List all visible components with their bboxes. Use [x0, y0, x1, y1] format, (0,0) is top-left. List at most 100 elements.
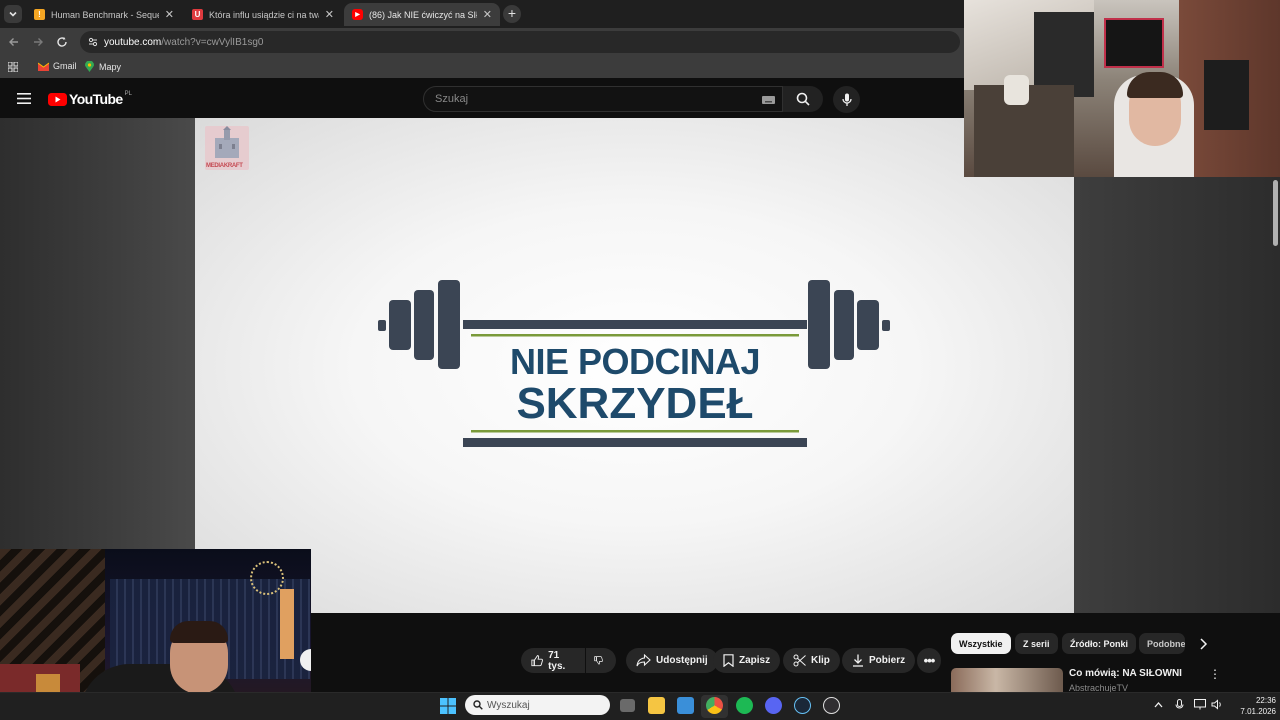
network-icon[interactable]: [1194, 699, 1206, 710]
forward-arrow-icon[interactable]: [32, 36, 44, 48]
browser-tab[interactable]: U Która influ usiądzie ci na twarzy ✕: [184, 3, 342, 26]
task-view-icon[interactable]: [620, 699, 635, 712]
bookmark-label: Mapy: [99, 61, 122, 72]
theater-backdrop-right: [1074, 118, 1280, 613]
region-code: PL: [124, 91, 132, 97]
dislike-button[interactable]: [586, 648, 616, 673]
thumbs-up-icon: [531, 655, 543, 667]
active-window-indicator: [701, 695, 728, 718]
search-input[interactable]: Szukaj: [423, 86, 783, 112]
windows-taskbar: Wyszukaj 22:36 7.01.2026: [0, 692, 1280, 720]
clock-time: 22:36: [1255, 696, 1276, 705]
close-icon[interactable]: ✕: [483, 8, 492, 21]
tab-title: (86) Jak NIE ćwiczyć na SIŁOWNI: [369, 9, 477, 20]
search-icon: [796, 92, 810, 106]
gmail-icon: [38, 62, 49, 71]
bookmark-label: Gmail: [53, 61, 77, 71]
recommended-title[interactable]: Co mówią: NA SIŁOWNI: [1069, 668, 1182, 679]
save-button[interactable]: Zapisz: [713, 648, 781, 673]
save-label: Zapisz: [739, 655, 771, 666]
clock[interactable]: 22:36 7.01.2026: [1232, 695, 1276, 717]
chip-label: Podobne: [1147, 638, 1185, 649]
site-info-icon[interactable]: [88, 37, 98, 47]
close-icon[interactable]: ✕: [165, 8, 174, 21]
chip-series[interactable]: Z serii: [1015, 633, 1058, 654]
scissors-icon: [793, 654, 806, 667]
watermark-text: MEDIAKRAFT: [206, 163, 243, 169]
more-dots-icon: •••: [923, 653, 936, 668]
apps-grid-icon[interactable]: [8, 62, 18, 72]
taskbar-search-placeholder: Wyszukaj: [487, 699, 530, 711]
spotify-icon[interactable]: [736, 697, 753, 714]
discord-icon[interactable]: [765, 697, 782, 714]
channel-watermark[interactable]: MEDIAKRAFT: [205, 126, 249, 170]
keyboard-icon[interactable]: [762, 96, 775, 104]
chip-source[interactable]: Źródło: Ponki: [1062, 633, 1136, 654]
video-title-line-1: NIE PODCINAJ: [509, 341, 761, 382]
recommended-channel[interactable]: AbstrachujeTV: [1069, 683, 1128, 692]
page-scrollbar-thumb[interactable]: [1273, 180, 1278, 246]
webcam-overlay-top-right: [964, 0, 1280, 177]
bookmark-maps[interactable]: Mapy: [85, 61, 121, 72]
search-placeholder: Szukaj: [435, 93, 469, 105]
volume-icon[interactable]: [1211, 699, 1223, 710]
file-explorer-icon[interactable]: [648, 697, 665, 714]
video-player[interactable]: MEDIAKRAFT NIE PODCINAJ SKRZYDEŁ: [195, 118, 1074, 613]
clock-date: 7.01.2026: [1240, 707, 1276, 716]
tab-favicon-icon: U: [192, 9, 203, 20]
like-button[interactable]: 71 tys.: [521, 648, 585, 673]
hamburger-menu-icon[interactable]: [17, 93, 31, 104]
microphone-icon: [841, 93, 852, 106]
new-tab-button[interactable]: +: [503, 5, 521, 23]
browser-tab-active[interactable]: ▶ (86) Jak NIE ćwiczyć na SIŁOWNI ✕: [344, 3, 500, 26]
search-button[interactable]: [783, 86, 823, 112]
video-thumbnail[interactable]: [951, 668, 1063, 692]
share-label: Udostępnij: [656, 655, 708, 666]
bookmark-icon: [723, 654, 734, 667]
chip-all[interactable]: Wszystkie: [951, 633, 1011, 654]
tab-title: Human Benchmark - Sequence: [51, 9, 159, 20]
youtube-play-icon: [48, 92, 67, 106]
chevron-down-icon: [9, 11, 17, 17]
obs-icon[interactable]: [823, 697, 840, 714]
plus-icon: +: [507, 5, 517, 21]
video-title-line-2: SKRZYDEŁ: [516, 379, 754, 428]
more-actions-button[interactable]: •••: [917, 648, 941, 673]
chip-related[interactable]: Podobne: [1139, 633, 1185, 654]
bookmark-gmail[interactable]: Gmail: [38, 61, 77, 71]
youtube-favicon-icon: ▶: [352, 9, 363, 20]
tab-search-button[interactable]: [4, 5, 22, 23]
like-count: 71 tys.: [548, 649, 566, 672]
tab-title: Która influ usiądzie ci na twarzy: [209, 9, 319, 20]
back-arrow-icon[interactable]: [8, 36, 20, 48]
voice-search-button[interactable]: [833, 86, 860, 113]
recommended-video[interactable]: Co mówią: NA SIŁOWNI AbstrachujeTV ⋮: [951, 668, 1231, 692]
url-domain: youtube.com: [104, 36, 162, 48]
kebab-menu-icon[interactable]: ⋮: [1209, 668, 1221, 680]
clip-button[interactable]: Klip: [783, 648, 840, 673]
microsoft-store-icon[interactable]: [677, 697, 694, 714]
tab-favicon-icon: !: [34, 9, 45, 20]
download-label: Pobierz: [869, 655, 906, 666]
windows-start-icon[interactable]: [440, 698, 456, 714]
chevron-up-icon[interactable]: [1154, 701, 1163, 709]
browser-tab[interactable]: ! Human Benchmark - Sequence ✕: [26, 3, 182, 26]
logo-text: YouTube: [69, 91, 123, 107]
download-icon: [853, 654, 863, 667]
chevron-right-icon[interactable]: [1198, 638, 1208, 650]
address-bar[interactable]: youtube.com/watch?v=cwVylIB1sg0: [80, 31, 960, 53]
theater-backdrop-left: [0, 118, 195, 613]
reload-icon[interactable]: [56, 36, 68, 48]
thumbs-down-icon: [594, 656, 603, 665]
taskbar-search[interactable]: Wyszukaj: [465, 695, 610, 715]
url-path: /watch?v=cwVylIB1sg0: [161, 36, 264, 48]
search-icon: [473, 700, 483, 710]
clip-label: Klip: [811, 655, 830, 666]
close-icon[interactable]: ✕: [325, 8, 334, 21]
youtube-logo[interactable]: YouTube PL: [48, 91, 132, 107]
castle-logo-icon: [215, 126, 239, 158]
microphone-icon[interactable]: [1175, 699, 1184, 711]
steam-icon[interactable]: [794, 697, 811, 714]
download-button[interactable]: Pobierz: [842, 648, 916, 673]
share-button[interactable]: Udostępnij: [626, 648, 718, 673]
